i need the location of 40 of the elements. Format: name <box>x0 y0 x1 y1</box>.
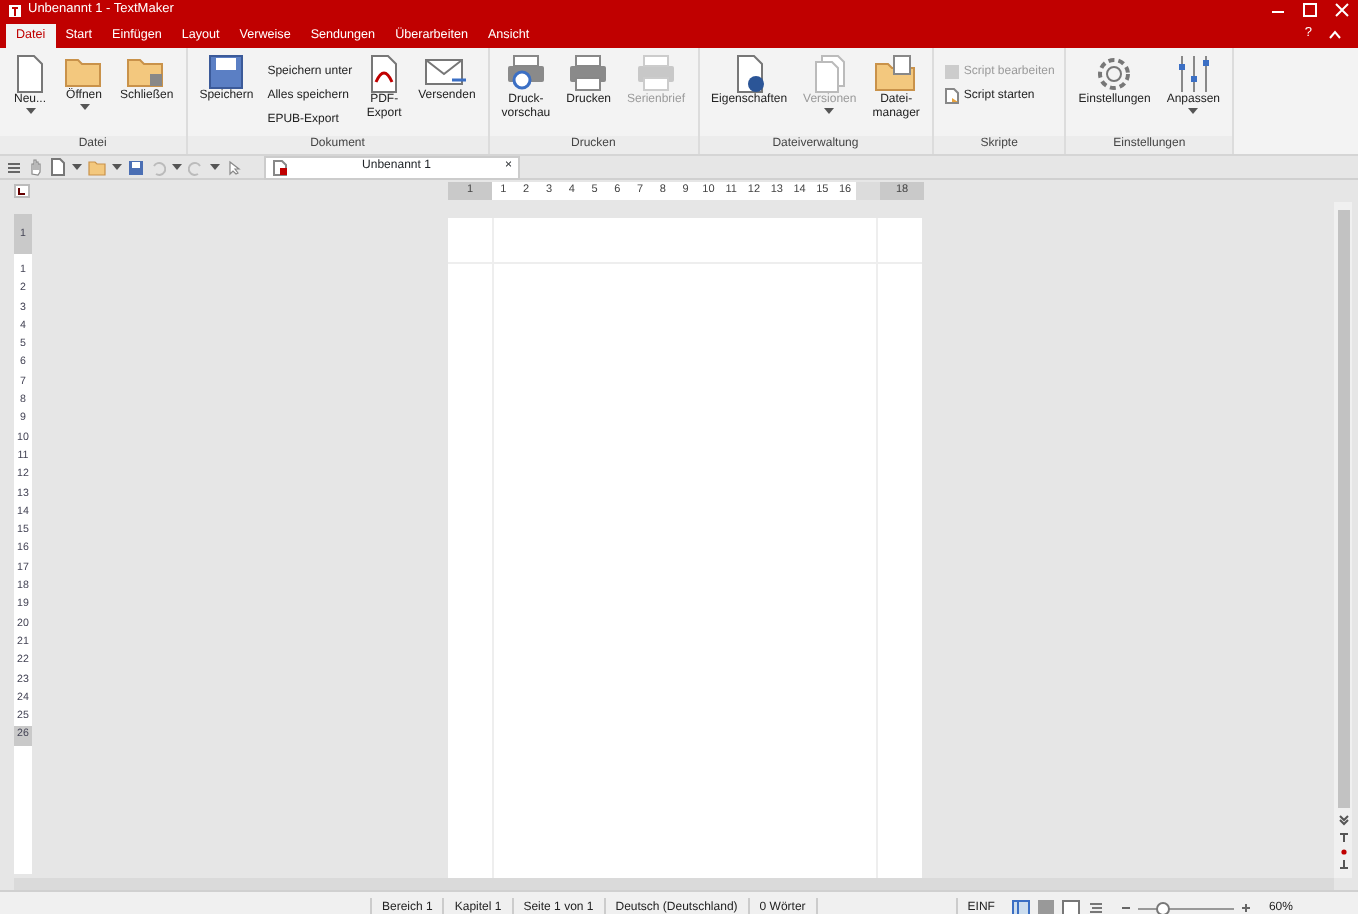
hand-icon[interactable] <box>28 158 44 176</box>
print-preview-icon <box>503 54 548 94</box>
maximize-icon[interactable] <box>1302 2 1318 18</box>
tab-stop-icon[interactable] <box>14 184 30 198</box>
collapse-ribbon-icon[interactable] <box>1328 29 1342 39</box>
sliders-icon <box>1175 54 1212 94</box>
pdf-document-icon <box>366 54 403 94</box>
zoom-in-icon[interactable] <box>1240 902 1253 914</box>
folder-icon <box>64 54 104 90</box>
zoom-out-icon[interactable] <box>1120 902 1133 914</box>
new-document-icon[interactable] <box>50 158 66 176</box>
caret-icon <box>172 164 182 170</box>
gear-icon <box>1094 54 1135 94</box>
caret-icon <box>112 164 122 170</box>
document-icon <box>12 54 48 94</box>
outline-view-icon[interactable] <box>1062 900 1081 914</box>
layout-view-icon[interactable] <box>1012 899 1031 914</box>
document-info-icon <box>731 54 768 94</box>
document-stack-icon <box>811 54 848 94</box>
zoom-slider[interactable] <box>1138 902 1235 914</box>
page-navigation-icon[interactable] <box>1337 814 1349 870</box>
caret-icon <box>210 164 220 170</box>
script-icon <box>943 88 960 104</box>
scrollbar-thumb[interactable] <box>1337 210 1349 808</box>
script-icon <box>943 64 960 80</box>
zoom-slider-thumb[interactable] <box>1155 901 1170 914</box>
menu-icon[interactable] <box>6 159 22 175</box>
folder-icon <box>874 54 919 94</box>
envelope-icon <box>424 54 469 90</box>
document-icon <box>272 159 288 175</box>
caret-icon <box>72 164 82 170</box>
pointer-icon[interactable] <box>226 159 242 175</box>
master-page-icon[interactable] <box>1088 900 1105 914</box>
folder-close-icon <box>126 54 167 90</box>
close-icon[interactable] <box>1334 2 1350 18</box>
normal-view-icon[interactable] <box>1038 900 1055 914</box>
horizontal-scrollbar[interactable] <box>14 878 1334 890</box>
printer-icon <box>566 54 611 94</box>
save-icon[interactable] <box>128 159 144 175</box>
printer-icon <box>634 54 678 94</box>
